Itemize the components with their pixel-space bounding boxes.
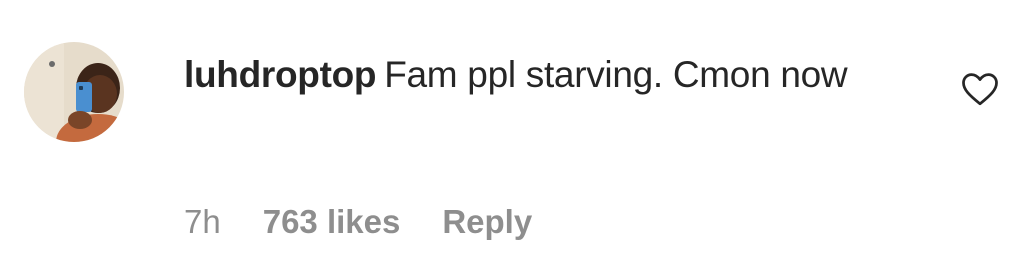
- user-avatar-photo: [24, 42, 124, 142]
- comment-text: Fam ppl starving. Cmon now: [384, 54, 848, 95]
- comment-meta: 7h 763 likes Reply: [184, 200, 532, 244]
- comment-username[interactable]: luhdroptop: [184, 54, 377, 95]
- comment-item: luhdroptop Fam ppl starving. Cmon now 7h …: [0, 0, 1024, 272]
- user-avatar[interactable]: [24, 42, 124, 142]
- comment-timestamp: 7h: [184, 203, 221, 240]
- comment-body: luhdroptop Fam ppl starving. Cmon now: [184, 46, 924, 104]
- comment-like-count[interactable]: 763 likes: [263, 203, 401, 241]
- like-button[interactable]: [958, 66, 1002, 110]
- heart-outline-icon: [962, 73, 998, 106]
- reply-button[interactable]: Reply: [442, 203, 532, 241]
